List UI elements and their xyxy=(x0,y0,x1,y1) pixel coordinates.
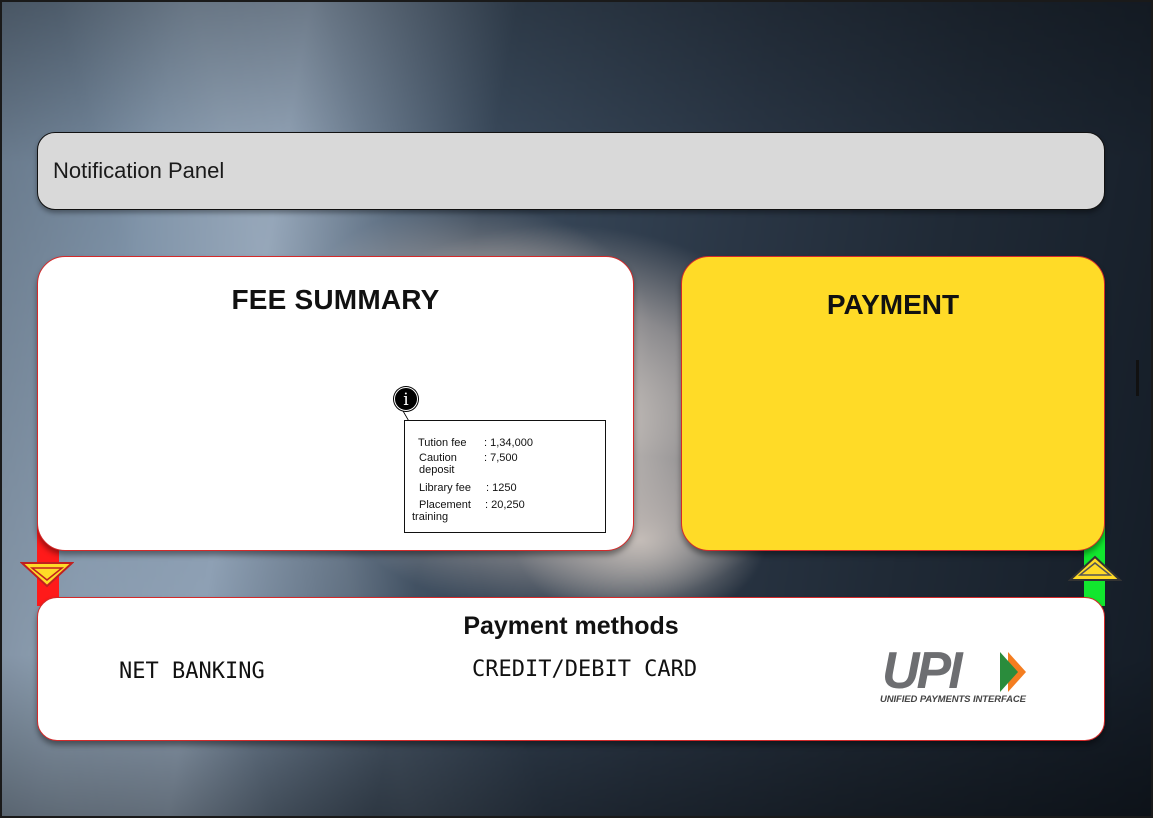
payment-methods-title: Payment methods xyxy=(463,612,679,640)
fee-label: Tution fee xyxy=(418,437,467,449)
fee-value: : 7,500 xyxy=(484,452,518,464)
payment-card[interactable]: PAYMENT xyxy=(681,256,1105,551)
fee-summary-title: FEE SUMMARY xyxy=(231,284,440,315)
scroll-indicator[interactable] xyxy=(1136,360,1139,396)
fee-label: Caution xyxy=(419,452,457,464)
fee-label-line2: training xyxy=(412,511,449,523)
net-banking-option[interactable]: NET BANKING xyxy=(119,659,265,684)
upi-logo-icon: UPI xyxy=(882,644,1026,696)
fee-breakdown-tooltip: Tution fee : 1,34,000 Caution deposit : … xyxy=(404,420,606,533)
fee-value: : 1250 xyxy=(486,482,517,494)
info-icon[interactable]: i xyxy=(394,387,418,411)
arrow-up-icon[interactable] xyxy=(1068,555,1122,582)
upi-logo-text: UPI xyxy=(882,644,964,696)
upi-option[interactable]: UPI UNIFIED PAYMENTS INTERFACE xyxy=(878,644,1038,710)
payment-methods-card: Payment methods NET BANKING CREDIT/DEBIT… xyxy=(37,597,1105,741)
credit-debit-card-option[interactable]: CREDIT/DEBIT CARD xyxy=(472,657,697,682)
fee-label-line2: deposit xyxy=(419,464,455,476)
fee-summary-card: FEE SUMMARY i Tution fee : 1,34,000 Caut… xyxy=(37,256,634,551)
fee-label: Library fee xyxy=(419,482,471,494)
upi-tagline: UNIFIED PAYMENTS INTERFACE xyxy=(880,694,1026,705)
fee-label: Placement xyxy=(419,499,471,511)
payment-title: PAYMENT xyxy=(826,289,960,320)
arrow-down-icon[interactable] xyxy=(20,561,74,588)
fee-value: : 1,34,000 xyxy=(484,437,533,449)
fee-value: : 20,250 xyxy=(485,499,525,511)
notification-panel-label: Notification Panel xyxy=(53,158,225,183)
notification-panel[interactable]: Notification Panel xyxy=(37,132,1105,210)
